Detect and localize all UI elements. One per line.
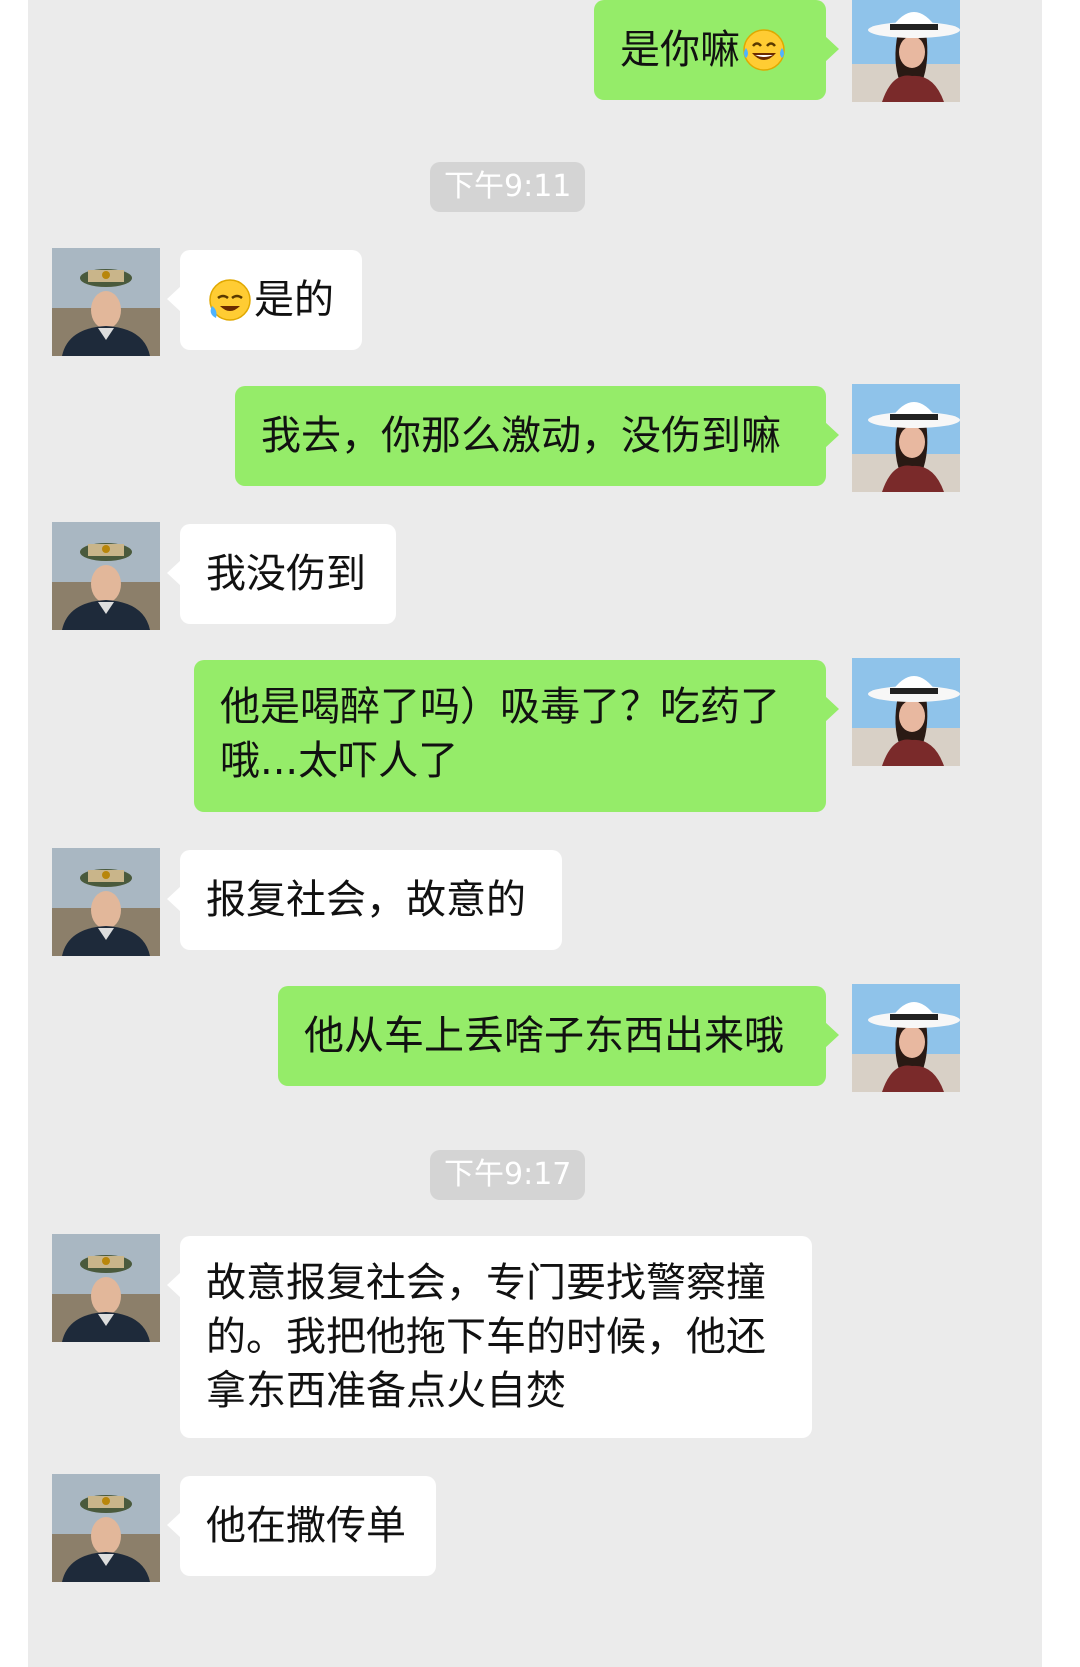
crying-laughing-emoji [209,279,251,321]
message-line: 他是喝醉了吗）吸毒了？吃药了 [220,684,780,730]
message-line: 哦...太吓人了 [220,738,459,784]
avatar-officer[interactable] [52,1474,160,1582]
message-bubble[interactable]: 报复社会，故意的 [167,850,562,950]
avatar-woman-hat[interactable] [852,384,960,492]
message-line: 拿东西准备点火自焚 [206,1368,566,1414]
avatar-officer[interactable] [52,1234,160,1342]
message-text: 我没伤到 [206,551,366,597]
message-text: 报复社会，故意的 [206,877,526,923]
tears-of-joy-emoji [743,29,785,71]
message-bubble[interactable]: 我没伤到 [167,524,396,624]
message-bubble[interactable]: 故意报复社会，专门要找警察撞 的。我把他拖下车的时候，他还 拿东西准备点火自焚 [167,1236,812,1438]
chat-area[interactable]: 是你嘛 下午9:11 是的 我去，你那么激动，没伤到嘛 我没伤到 他是喝醉了吗）… [28,0,1042,1667]
message-text: 是你嘛 [620,27,740,73]
message-bubble[interactable]: 他从车上丢啥子东西出来哦 [278,986,839,1086]
message-text: 他在撒传单 [206,1503,406,1549]
message-text: 他从车上丢啥子东西出来哦 [304,1013,784,1059]
avatar-woman-hat[interactable] [852,0,960,102]
message-bubble[interactable]: 是的 [167,250,362,350]
avatar-officer[interactable] [52,522,160,630]
avatar-woman-hat[interactable] [852,984,960,1092]
message-line: 故意报复社会，专门要找警察撞 [206,1260,766,1306]
avatar-officer[interactable] [52,848,160,956]
message-bubble[interactable]: 我去，你那么激动，没伤到嘛 [235,386,839,486]
timestamp: 下午9:17 [430,1150,586,1200]
message-text: 我去，你那么激动，没伤到嘛 [261,413,781,459]
message-bubble[interactable]: 是你嘛 [594,0,839,100]
avatar-officer[interactable] [52,248,160,356]
message-bubble[interactable]: 他在撒传单 [167,1476,436,1576]
message-line: 的。我把他拖下车的时候，他还 [206,1314,766,1360]
timestamp: 下午9:11 [430,162,586,212]
message-text: 是的 [254,277,334,323]
avatar-woman-hat[interactable] [852,658,960,766]
message-bubble[interactable]: 他是喝醉了吗）吸毒了？吃药了 哦...太吓人了 [194,660,839,812]
